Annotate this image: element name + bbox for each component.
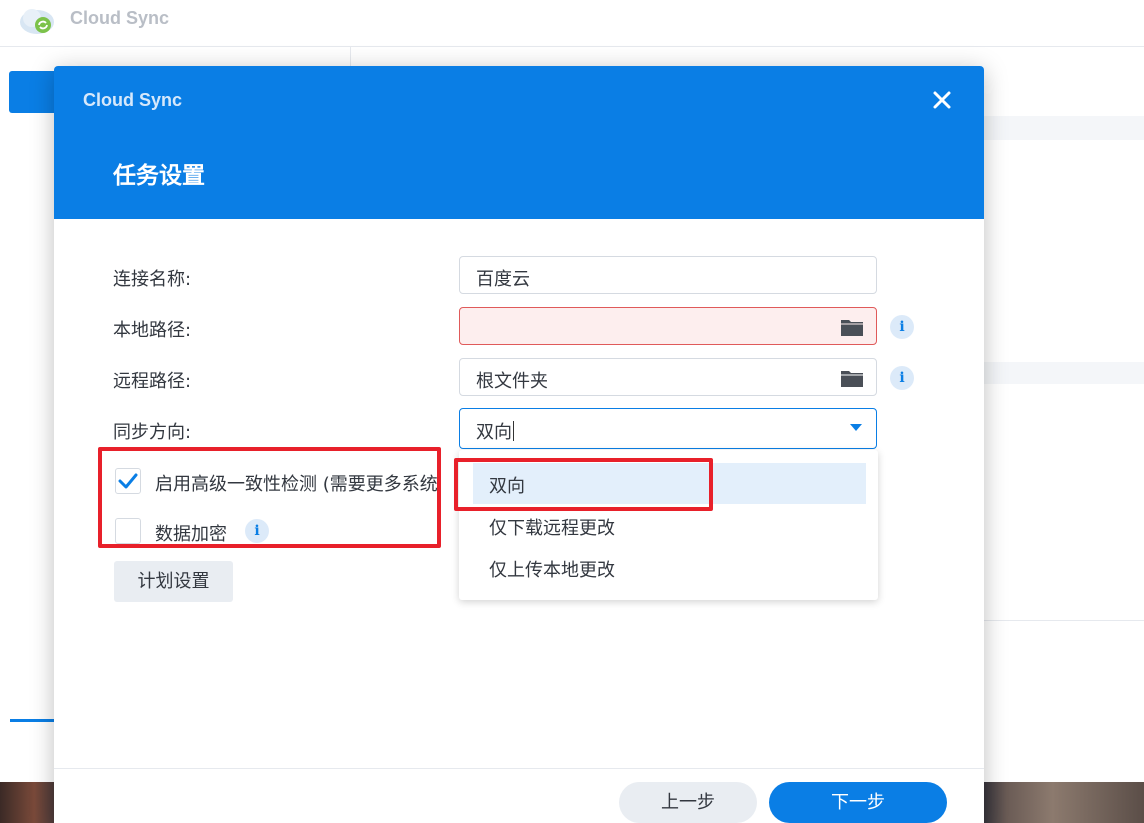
dialog-header: Cloud Sync 任务设置: [54, 66, 984, 219]
dropdown-option-upload-only[interactable]: 仅上传本地更改: [473, 547, 866, 588]
schedule-settings-button[interactable]: 计划设置: [114, 561, 233, 602]
local-path-info-icon[interactable]: i: [890, 315, 914, 339]
previous-button[interactable]: 上一步: [619, 782, 757, 823]
dialog-step-title: 任务设置: [113, 163, 205, 189]
folder-icon[interactable]: [840, 317, 864, 337]
dropdown-option-download-only[interactable]: 仅下载远程更改: [473, 505, 866, 546]
remote-path-info-icon[interactable]: i: [890, 366, 914, 390]
sync-direction-value: 双向: [476, 422, 512, 443]
connection-name-label: 连接名称:: [113, 269, 192, 290]
background-panel-row: [984, 362, 1144, 384]
dialog-app-title: Cloud Sync: [83, 90, 183, 110]
task-settings-dialog: Cloud Sync 任务设置 连接名称: 百度云 本地路径: i 远程路径: …: [54, 66, 984, 823]
close-icon[interactable]: [930, 88, 954, 112]
chevron-down-icon[interactable]: [850, 424, 862, 432]
remote-path-value: 根文件夹: [476, 371, 548, 392]
app-header: Cloud Sync: [0, 0, 1144, 47]
folder-icon[interactable]: [840, 368, 864, 388]
data-encryption-checkbox[interactable]: [115, 518, 141, 544]
connection-name-input[interactable]: 百度云: [459, 256, 877, 294]
background-panel-row: [984, 116, 1144, 140]
sync-direction-select[interactable]: 双向: [459, 408, 877, 449]
text-cursor: [513, 421, 514, 441]
app-title: Cloud Sync: [70, 8, 170, 28]
background-divider: [350, 46, 351, 66]
cloud-sync-icon: [20, 9, 54, 34]
remote-path-input[interactable]: 根文件夹: [459, 358, 877, 396]
background-tab-indicator: [10, 719, 54, 722]
dialog-footer-divider: [54, 768, 984, 769]
background-line: [984, 620, 1144, 621]
connection-name-value: 百度云: [476, 269, 530, 290]
checkmark-icon: [118, 473, 138, 489]
sync-direction-label: 同步方向:: [113, 422, 192, 443]
encryption-info-icon[interactable]: i: [245, 519, 269, 543]
next-button[interactable]: 下一步: [769, 782, 947, 823]
local-path-input[interactable]: [459, 307, 877, 345]
data-encryption-label: 数据加密: [155, 524, 227, 545]
remote-path-label: 远程路径:: [113, 371, 192, 392]
consistency-check-label: 启用高级一致性检测 (需要更多系统: [155, 474, 438, 495]
local-path-label: 本地路径:: [113, 320, 192, 341]
dropdown-option-bidirectional[interactable]: 双向: [473, 463, 866, 504]
sync-direction-dropdown: 双向 仅下载远程更改 仅上传本地更改: [459, 450, 878, 600]
consistency-check-checkbox[interactable]: [115, 468, 141, 494]
